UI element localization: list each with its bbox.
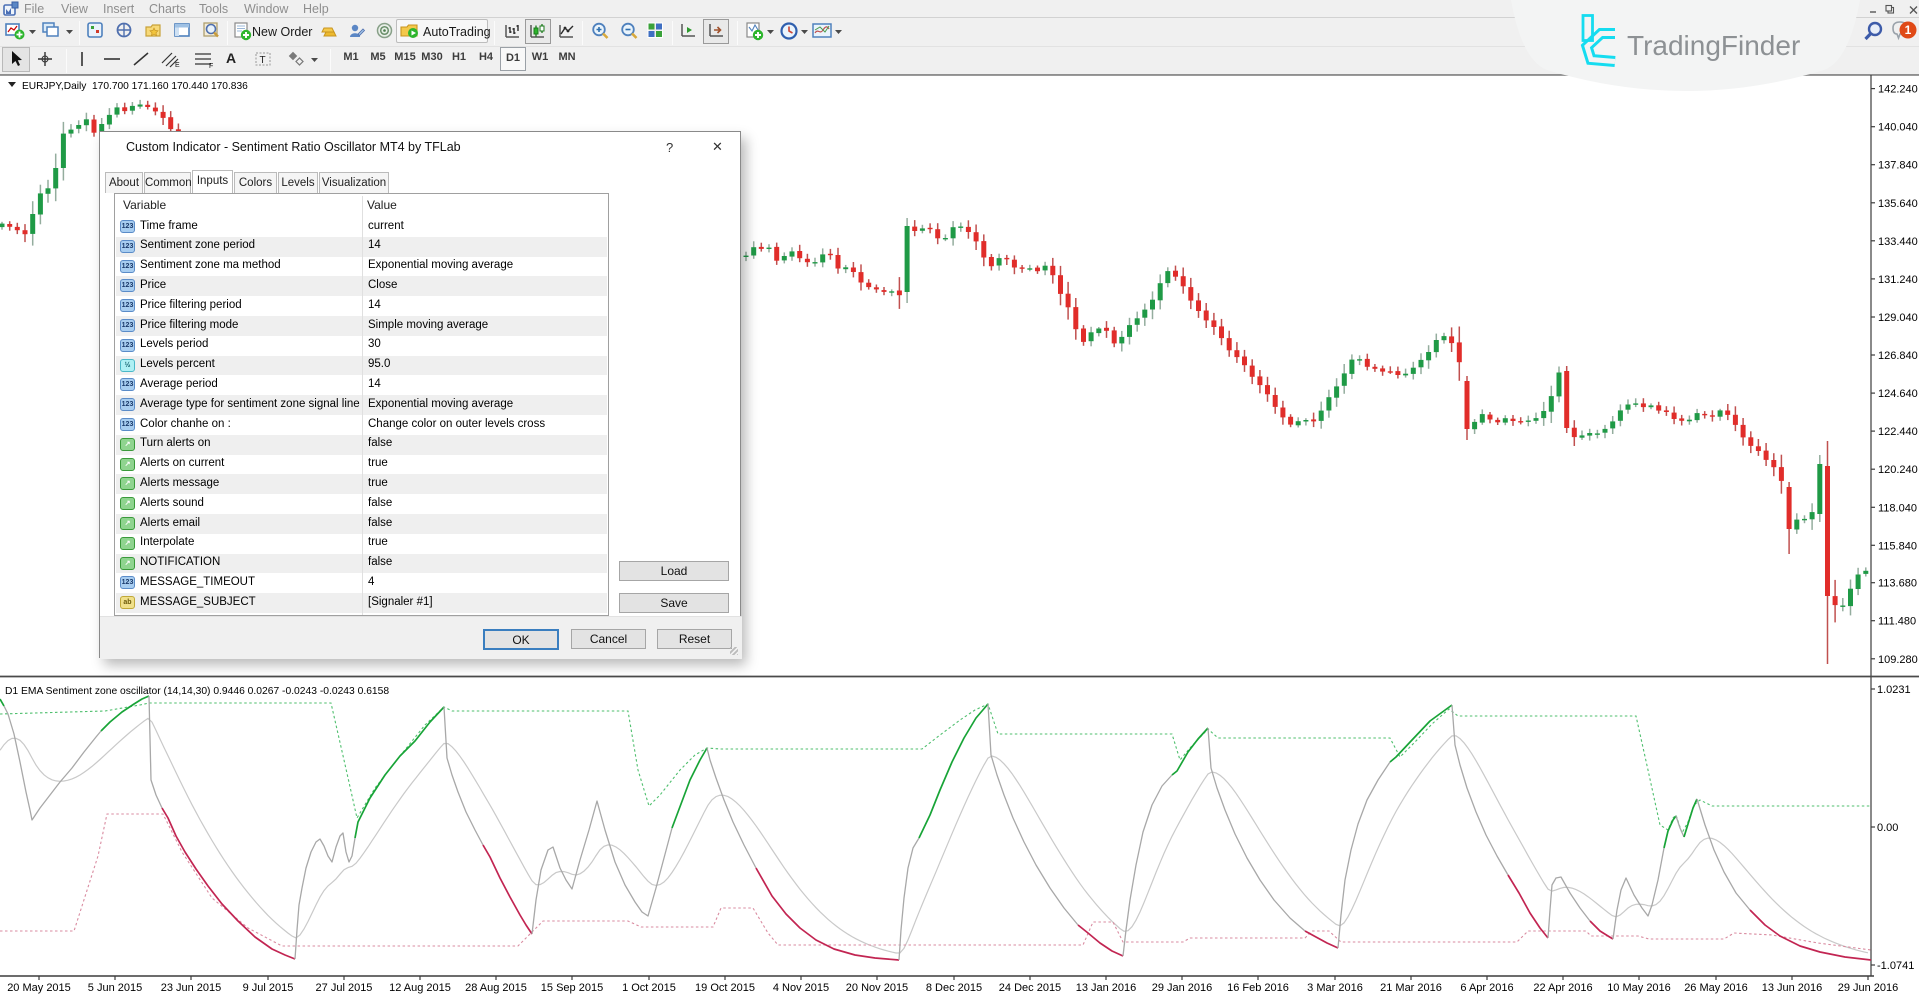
svg-text:13 Jan 2016: 13 Jan 2016 — [1076, 982, 1137, 994]
svg-text:29 Jun 2016: 29 Jun 2016 — [1838, 982, 1899, 994]
svg-text:9 Jul 2015: 9 Jul 2015 — [243, 982, 294, 994]
svg-text:129.040: 129.040 — [1878, 312, 1918, 324]
svg-text:126.840: 126.840 — [1878, 350, 1918, 362]
svg-text:21 Mar 2016: 21 Mar 2016 — [1380, 982, 1442, 994]
svg-text:23 Jun 2015: 23 Jun 2015 — [161, 982, 222, 994]
svg-text:16 Feb 2016: 16 Feb 2016 — [1227, 982, 1289, 994]
svg-text:22 Apr 2016: 22 Apr 2016 — [1533, 982, 1592, 994]
svg-text:111.480: 111.480 — [1878, 616, 1916, 628]
svg-text:118.040: 118.040 — [1878, 502, 1917, 514]
svg-text:D1 EMA Sentiment zone oscillat: D1 EMA Sentiment zone oscillator (14,14,… — [5, 686, 389, 697]
svg-text:1.0231: 1.0231 — [1877, 684, 1911, 696]
svg-text:24 Dec 2015: 24 Dec 2015 — [999, 982, 1061, 994]
svg-text:120.240: 120.240 — [1878, 464, 1918, 476]
svg-text:113.680: 113.680 — [1878, 578, 1917, 590]
svg-text:26 May 2016: 26 May 2016 — [1684, 982, 1748, 994]
svg-text:122.440: 122.440 — [1878, 426, 1918, 438]
svg-text:8 Dec 2015: 8 Dec 2015 — [926, 982, 982, 994]
svg-text:133.440: 133.440 — [1878, 236, 1918, 248]
svg-text:TradingFinder: TradingFinder — [1627, 30, 1800, 61]
svg-text:1: 1 — [1905, 23, 1912, 37]
svg-text:20 May 2015: 20 May 2015 — [7, 982, 71, 994]
svg-text:131.240: 131.240 — [1878, 274, 1918, 286]
svg-text:20 Nov 2015: 20 Nov 2015 — [846, 982, 908, 994]
svg-text:109.280: 109.280 — [1878, 654, 1918, 666]
svg-text:15 Sep 2015: 15 Sep 2015 — [541, 982, 603, 994]
svg-text:4 Nov 2015: 4 Nov 2015 — [773, 982, 829, 994]
svg-text:28 Aug 2015: 28 Aug 2015 — [465, 982, 527, 994]
svg-text:19 Oct 2015: 19 Oct 2015 — [695, 982, 755, 994]
svg-text:137.840: 137.840 — [1878, 160, 1918, 172]
svg-text:29 Jan 2016: 29 Jan 2016 — [1152, 982, 1213, 994]
svg-text:115.840: 115.840 — [1878, 540, 1917, 552]
svg-text:5 Jun 2015: 5 Jun 2015 — [88, 982, 142, 994]
svg-text:6 Apr 2016: 6 Apr 2016 — [1460, 982, 1513, 994]
svg-text:10 May 2016: 10 May 2016 — [1607, 982, 1671, 994]
svg-text:27 Jul 2015: 27 Jul 2015 — [316, 982, 373, 994]
svg-text:13 Jun 2016: 13 Jun 2016 — [1762, 982, 1823, 994]
svg-text:0.00: 0.00 — [1877, 822, 1898, 834]
svg-text:1 Oct 2015: 1 Oct 2015 — [622, 982, 676, 994]
svg-text:12 Aug 2015: 12 Aug 2015 — [389, 982, 451, 994]
svg-text:3 Mar 2016: 3 Mar 2016 — [1307, 982, 1363, 994]
svg-text:-1.0741: -1.0741 — [1877, 960, 1914, 972]
svg-text:124.640: 124.640 — [1878, 388, 1918, 400]
svg-text:135.640: 135.640 — [1878, 198, 1918, 210]
